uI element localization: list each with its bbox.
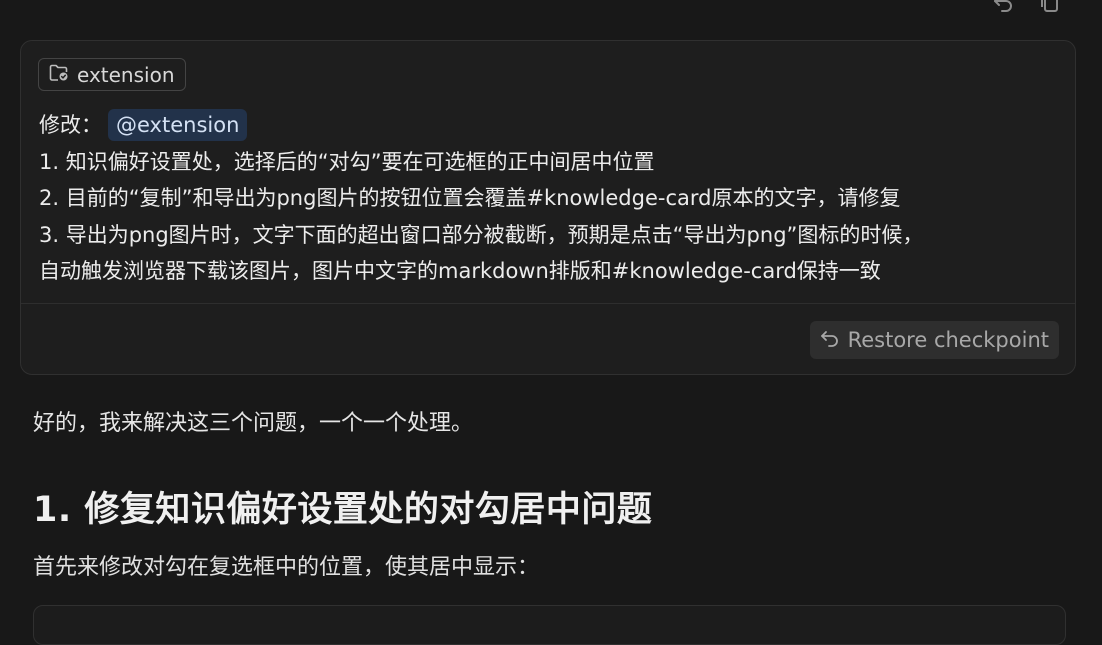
message-line-2: 2. 目前的“复制”和导出为png图片的按钮位置会覆盖#knowledge-ca… [39, 186, 901, 210]
code-block [33, 605, 1066, 645]
undo-icon[interactable] [990, 0, 1016, 14]
user-message-card: extension 修改： @extension 1. 知识偏好设置处，选择后的“… [20, 40, 1076, 375]
message-line-4: 自动触发浏览器下载该图片，图片中文字的markdown排版和#knowledge… [39, 259, 881, 283]
message-first-line: 修改： @extension [39, 107, 1055, 144]
assistant-heading: 1. 修复知识偏好设置处的对勾居中问题 [33, 490, 653, 530]
user-message-text: 修改： @extension 1. 知识偏好设置处，选择后的“对勾”要在可选框的正… [39, 107, 1055, 290]
message-line-3: 3. 导出为png图片时，文字下面的超出窗口部分被截断，预期是点击“导出为png… [39, 222, 924, 247]
restore-icon [820, 328, 840, 352]
assistant-paragraph: 首先来修改对勾在复选框中的位置，使其居中显示： [33, 555, 540, 580]
restore-label: Restore checkpoint [847, 328, 1049, 352]
restore-checkpoint-button[interactable]: Restore checkpoint [809, 321, 1059, 359]
mention-chip[interactable]: @extension [108, 109, 248, 141]
card-divider [21, 303, 1075, 304]
context-chip-label: extension [77, 62, 175, 87]
message-actions [990, 0, 1062, 14]
context-chip[interactable]: extension [38, 58, 186, 91]
folder-icon [49, 63, 69, 87]
message-line-1: 1. 知识偏好设置处，选择后的“对勾”要在可选框的正中间居中位置 [39, 149, 655, 174]
message-prefix: 修改： [39, 113, 102, 137]
assistant-intro: 好的，我来解决这三个问题，一个一个处理。 [33, 411, 474, 436]
copy-icon[interactable] [1036, 0, 1062, 14]
